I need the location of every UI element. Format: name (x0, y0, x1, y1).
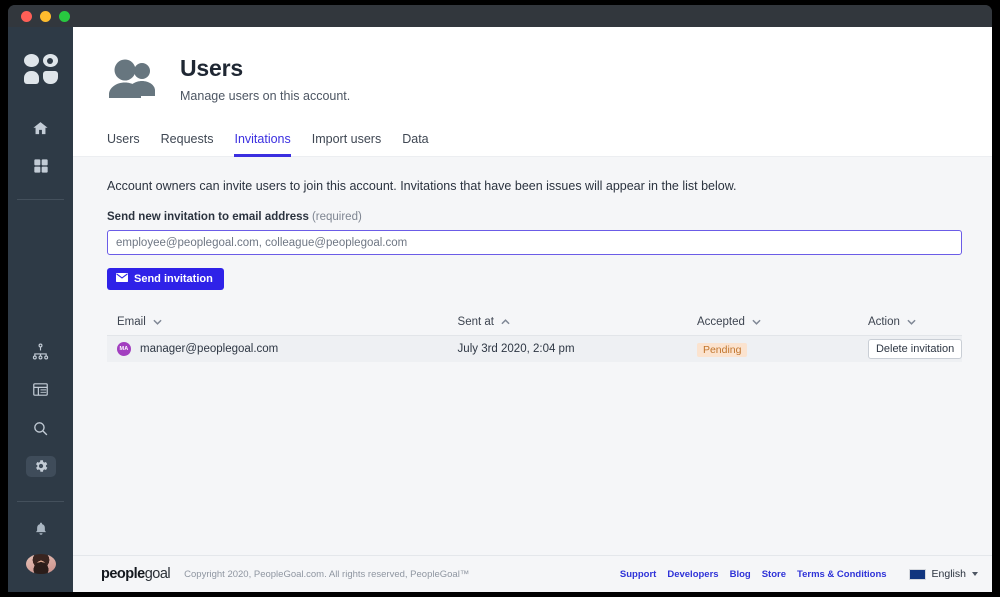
footer: peoplegoal Copyright 2020, PeopleGoal.co… (73, 555, 992, 592)
home-icon (32, 120, 49, 137)
email-input[interactable] (107, 230, 962, 255)
footer-logo-light: goal (144, 566, 171, 582)
footer-link-store[interactable]: Store (762, 569, 786, 580)
tab-import-users[interactable]: Import users (312, 132, 381, 157)
column-header-action[interactable]: Action (868, 316, 962, 328)
grid-icon (33, 158, 49, 174)
copyright-text: Copyright 2020, PeopleGoal.com. All righ… (184, 568, 470, 580)
app-body: Users Manage users on this account. User… (8, 27, 992, 592)
send-invitation-button[interactable]: Send invitation (107, 268, 224, 290)
tab-bar: Users Requests Invitations Import users … (73, 131, 992, 157)
sidebar-item-org-chart[interactable] (26, 341, 56, 361)
table-icon (32, 381, 49, 398)
column-header-accepted-label: Accepted (696, 316, 745, 328)
tab-requests[interactable]: Requests (161, 132, 214, 157)
intro-text: Account owners can invite users to join … (107, 179, 737, 193)
cell-action: Delete invitation (867, 339, 963, 359)
chevron-down-icon (752, 316, 761, 328)
chevron-up-icon (501, 316, 510, 328)
page-title: Users (180, 55, 243, 81)
sidebar-item-settings[interactable] (25, 456, 56, 477)
cell-sent-at: July 3rd 2020, 2:04 pm (457, 343, 575, 355)
language-label: English (931, 568, 966, 580)
page-header: Users Manage users on this account. User… (73, 27, 992, 157)
sidebar-divider-top (17, 198, 64, 200)
maximize-window-button[interactable] (59, 10, 70, 22)
sidebar-item-table[interactable] (26, 380, 56, 400)
tab-data[interactable]: Data (402, 132, 428, 157)
gear-icon (33, 458, 49, 474)
email-field-label: Send new invitation to email address (req… (107, 211, 962, 223)
email-field-label-text: Send new invitation to email address (107, 211, 309, 223)
uk-flag-icon (908, 568, 926, 580)
footer-link-developers[interactable]: Developers (667, 569, 718, 580)
column-header-accepted[interactable]: Accepted (697, 316, 868, 328)
org-chart-icon (32, 343, 49, 360)
app-window: Users Manage users on this account. User… (8, 5, 992, 592)
column-header-action-label: Action (867, 316, 900, 328)
minimize-window-button[interactable] (40, 10, 51, 22)
sidebar (8, 27, 73, 592)
footer-link-blog[interactable]: Blog (730, 569, 751, 580)
chevron-down-icon (907, 316, 916, 328)
language-selector[interactable]: English (908, 568, 978, 580)
table-header-row: Email Sent at Accepted Action (107, 312, 962, 336)
footer-link-support[interactable]: Support (620, 569, 656, 580)
envelope-icon (116, 273, 128, 285)
status-badge: Pending (696, 343, 748, 357)
close-window-button[interactable] (21, 10, 32, 22)
sidebar-item-apps[interactable] (26, 156, 56, 176)
footer-links: Support Developers Blog Store Terms & Co… (620, 569, 887, 580)
chevron-down-icon (972, 572, 978, 576)
users-icon (107, 58, 159, 105)
sidebar-item-notifications[interactable] (26, 519, 56, 539)
row-avatar: MA (117, 342, 131, 356)
window-titlebar (8, 5, 992, 27)
table-row[interactable]: MA manager@peoplegoal.com July 3rd 2020,… (107, 336, 963, 362)
peoplegoal-logo-icon[interactable] (23, 54, 58, 84)
avatar[interactable] (25, 553, 56, 574)
content-area: Account owners can invite users to join … (73, 157, 992, 555)
page-subtitle: Manage users on this account. (180, 89, 351, 103)
search-icon (32, 420, 49, 437)
main-panel: Users Manage users on this account. User… (73, 27, 992, 592)
sidebar-divider-bottom (17, 500, 64, 502)
send-invitation-label: Send invitation (134, 273, 213, 285)
footer-logo: peoplegoal (101, 566, 171, 582)
chevron-down-icon (153, 316, 162, 328)
sidebar-item-search[interactable] (26, 418, 56, 438)
tab-invitations[interactable]: Invitations (234, 132, 291, 157)
required-marker: (required) (311, 211, 362, 223)
footer-logo-bold: people (101, 566, 145, 582)
footer-link-terms[interactable]: Terms & Conditions (797, 569, 887, 580)
sidebar-item-home[interactable] (26, 118, 56, 138)
column-header-email[interactable]: Email (107, 316, 458, 328)
tab-users[interactable]: Users (107, 132, 140, 157)
column-header-email-label: Email (117, 316, 146, 328)
invitations-table: Email Sent at Accepted Action MA manager… (107, 312, 963, 362)
column-header-sent-at-label: Sent at (457, 316, 494, 328)
cell-accepted: Pending (696, 340, 868, 358)
cell-email: MA manager@peoplegoal.com (107, 342, 458, 356)
column-header-sent-at[interactable]: Sent at (458, 316, 697, 328)
cell-email-text: manager@peoplegoal.com (140, 343, 279, 355)
delete-invitation-button[interactable]: Delete invitation (867, 339, 963, 359)
bell-icon (33, 521, 49, 537)
